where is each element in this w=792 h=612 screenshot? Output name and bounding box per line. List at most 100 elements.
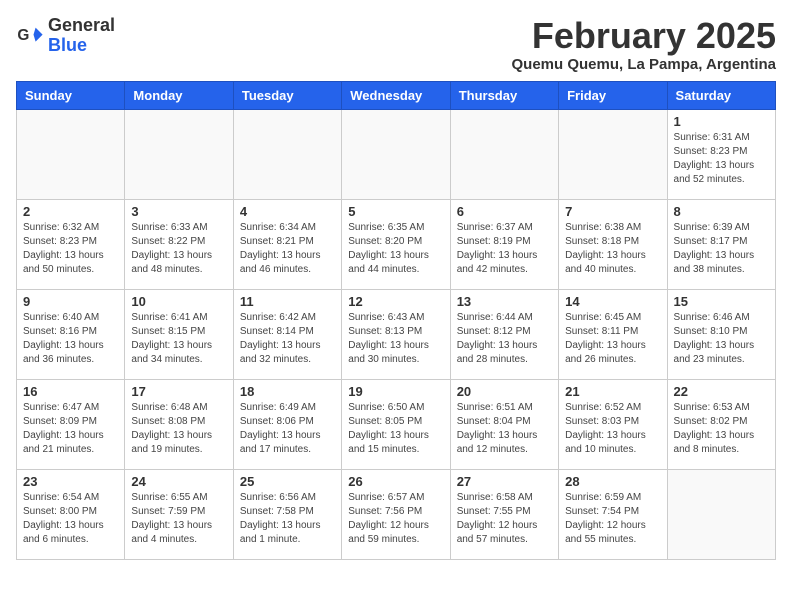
day-number: 27: [457, 474, 552, 489]
day-info: Sunrise: 6:57 AM Sunset: 7:56 PM Dayligh…: [348, 491, 443, 547]
day-cell: [342, 109, 450, 199]
day-header-sunday: Sunday: [17, 81, 125, 109]
day-cell: 1Sunrise: 6:31 AM Sunset: 8:23 PM Daylig…: [667, 109, 775, 199]
day-info: Sunrise: 6:37 AM Sunset: 8:19 PM Dayligh…: [457, 221, 552, 277]
day-cell: 23Sunrise: 6:54 AM Sunset: 8:00 PM Dayli…: [17, 469, 125, 559]
logo-blue: Blue: [48, 36, 115, 56]
day-info: Sunrise: 6:51 AM Sunset: 8:04 PM Dayligh…: [457, 401, 552, 457]
day-number: 26: [348, 474, 443, 489]
week-row-5: 23Sunrise: 6:54 AM Sunset: 8:00 PM Dayli…: [17, 469, 776, 559]
day-info: Sunrise: 6:45 AM Sunset: 8:11 PM Dayligh…: [565, 311, 660, 367]
day-number: 12: [348, 294, 443, 309]
day-number: 3: [131, 204, 226, 219]
day-cell: 10Sunrise: 6:41 AM Sunset: 8:15 PM Dayli…: [125, 289, 233, 379]
logo-icon: G: [16, 22, 44, 50]
day-number: 21: [565, 384, 660, 399]
day-info: Sunrise: 6:52 AM Sunset: 8:03 PM Dayligh…: [565, 401, 660, 457]
day-cell: 4Sunrise: 6:34 AM Sunset: 8:21 PM Daylig…: [233, 199, 341, 289]
day-cell: [17, 109, 125, 199]
day-cell: 18 Sunrise: 6:49 AM Sunset: 8:06 PM Dayli…: [233, 379, 341, 469]
day-info: Sunrise: 6:47 AM Sunset: 8:09 PM Dayligh…: [23, 401, 118, 457]
day-number: 25: [240, 474, 335, 489]
day-info: Sunrise: 6:34 AM Sunset: 8:21 PM Dayligh…: [240, 221, 335, 277]
day-info: Sunrise: 6:59 AM Sunset: 7:54 PM Dayligh…: [565, 491, 660, 547]
day-cell: 2 Sunrise: 6:32 AM Sunset: 8:23 PM Daylig…: [17, 199, 125, 289]
day-number: 18: [240, 384, 335, 399]
day-info: Sunrise: 6:33 AM Sunset: 8:22 PM Dayligh…: [131, 221, 226, 277]
day-info: Sunrise: 6:50 AM Sunset: 8:05 PM Dayligh…: [348, 401, 443, 457]
day-number: 17: [131, 384, 226, 399]
main-title: February 2025: [512, 16, 777, 56]
day-cell: 22Sunrise: 6:53 AM Sunset: 8:02 PM Dayli…: [667, 379, 775, 469]
day-number: 6: [457, 204, 552, 219]
header: G General Blue February 2025 Quemu Quemu…: [16, 16, 776, 73]
day-cell: 13 Sunrise: 6:44 AM Sunset: 8:12 PM Dayli…: [450, 289, 558, 379]
day-number: 2: [23, 204, 118, 219]
week-row-3: 9Sunrise: 6:40 AM Sunset: 8:16 PM Daylig…: [17, 289, 776, 379]
day-number: 24: [131, 474, 226, 489]
day-cell: 12 Sunrise: 6:43 AM Sunset: 8:13 PM Dayli…: [342, 289, 450, 379]
day-info: Sunrise: 6:44 AM Sunset: 8:12 PM Dayligh…: [457, 311, 552, 367]
day-cell: 14 Sunrise: 6:45 AM Sunset: 8:11 PM Dayli…: [559, 289, 667, 379]
day-number: 1: [674, 114, 769, 129]
day-cell: 26 Sunrise: 6:57 AM Sunset: 7:56 PM Dayli…: [342, 469, 450, 559]
day-cell: 5 Sunrise: 6:35 AM Sunset: 8:20 PM Daylig…: [342, 199, 450, 289]
day-cell: 7 Sunrise: 6:38 AM Sunset: 8:18 PM Daylig…: [559, 199, 667, 289]
day-info: Sunrise: 6:48 AM Sunset: 8:08 PM Dayligh…: [131, 401, 226, 457]
day-info: Sunrise: 6:56 AM Sunset: 7:58 PM Dayligh…: [240, 491, 335, 547]
day-number: 28: [565, 474, 660, 489]
day-number: 19: [348, 384, 443, 399]
day-cell: 20 Sunrise: 6:51 AM Sunset: 8:04 PM Dayli…: [450, 379, 558, 469]
day-number: 16: [23, 384, 118, 399]
day-cell: [233, 109, 341, 199]
day-info: Sunrise: 6:35 AM Sunset: 8:20 PM Dayligh…: [348, 221, 443, 277]
day-info: Sunrise: 6:46 AM Sunset: 8:10 PM Dayligh…: [674, 311, 769, 367]
day-cell: 6 Sunrise: 6:37 AM Sunset: 8:19 PM Daylig…: [450, 199, 558, 289]
day-cell: 27 Sunrise: 6:58 AM Sunset: 7:55 PM Dayli…: [450, 469, 558, 559]
day-info: Sunrise: 6:32 AM Sunset: 8:23 PM Dayligh…: [23, 221, 118, 277]
day-cell: 3 Sunrise: 6:33 AM Sunset: 8:22 PM Daylig…: [125, 199, 233, 289]
day-header-saturday: Saturday: [667, 81, 775, 109]
day-number: 7: [565, 204, 660, 219]
day-number: 10: [131, 294, 226, 309]
week-row-2: 2 Sunrise: 6:32 AM Sunset: 8:23 PM Daylig…: [17, 199, 776, 289]
day-cell: 24Sunrise: 6:55 AM Sunset: 7:59 PM Dayli…: [125, 469, 233, 559]
day-cell: 15Sunrise: 6:46 AM Sunset: 8:10 PM Dayli…: [667, 289, 775, 379]
day-cell: 9Sunrise: 6:40 AM Sunset: 8:16 PM Daylig…: [17, 289, 125, 379]
day-cell: 21 Sunrise: 6:52 AM Sunset: 8:03 PM Dayli…: [559, 379, 667, 469]
week-row-1: 1Sunrise: 6:31 AM Sunset: 8:23 PM Daylig…: [17, 109, 776, 199]
day-header-friday: Friday: [559, 81, 667, 109]
day-cell: 16 Sunrise: 6:47 AM Sunset: 8:09 PM Dayli…: [17, 379, 125, 469]
day-info: Sunrise: 6:58 AM Sunset: 7:55 PM Dayligh…: [457, 491, 552, 547]
day-number: 22: [674, 384, 769, 399]
day-number: 13: [457, 294, 552, 309]
day-header-thursday: Thursday: [450, 81, 558, 109]
day-header-monday: Monday: [125, 81, 233, 109]
day-info: Sunrise: 6:38 AM Sunset: 8:18 PM Dayligh…: [565, 221, 660, 277]
day-number: 14: [565, 294, 660, 309]
day-cell: 17 Sunrise: 6:48 AM Sunset: 8:08 PM Dayli…: [125, 379, 233, 469]
day-cell: 25 Sunrise: 6:56 AM Sunset: 7:58 PM Dayli…: [233, 469, 341, 559]
logo-text: General Blue: [48, 16, 115, 56]
day-info: Sunrise: 6:49 AM Sunset: 8:06 PM Dayligh…: [240, 401, 335, 457]
week-row-4: 16 Sunrise: 6:47 AM Sunset: 8:09 PM Dayli…: [17, 379, 776, 469]
day-number: 5: [348, 204, 443, 219]
svg-text:G: G: [17, 27, 29, 44]
day-cell: 8 Sunrise: 6:39 AM Sunset: 8:17 PM Daylig…: [667, 199, 775, 289]
day-headers: SundayMondayTuesdayWednesdayThursdayFrid…: [17, 81, 776, 109]
day-number: 8: [674, 204, 769, 219]
day-number: 9: [23, 294, 118, 309]
day-info: Sunrise: 6:54 AM Sunset: 8:00 PM Dayligh…: [23, 491, 118, 547]
day-cell: [450, 109, 558, 199]
calendar: SundayMondayTuesdayWednesdayThursdayFrid…: [16, 81, 776, 560]
day-cell: 19 Sunrise: 6:50 AM Sunset: 8:05 PM Dayli…: [342, 379, 450, 469]
day-header-wednesday: Wednesday: [342, 81, 450, 109]
day-info: Sunrise: 6:43 AM Sunset: 8:13 PM Dayligh…: [348, 311, 443, 367]
subtitle: Quemu Quemu, La Pampa, Argentina: [512, 56, 777, 73]
day-info: Sunrise: 6:42 AM Sunset: 8:14 PM Dayligh…: [240, 311, 335, 367]
logo: G General Blue: [16, 16, 115, 56]
day-number: 20: [457, 384, 552, 399]
day-info: Sunrise: 6:39 AM Sunset: 8:17 PM Dayligh…: [674, 221, 769, 277]
day-header-tuesday: Tuesday: [233, 81, 341, 109]
day-number: 11: [240, 294, 335, 309]
